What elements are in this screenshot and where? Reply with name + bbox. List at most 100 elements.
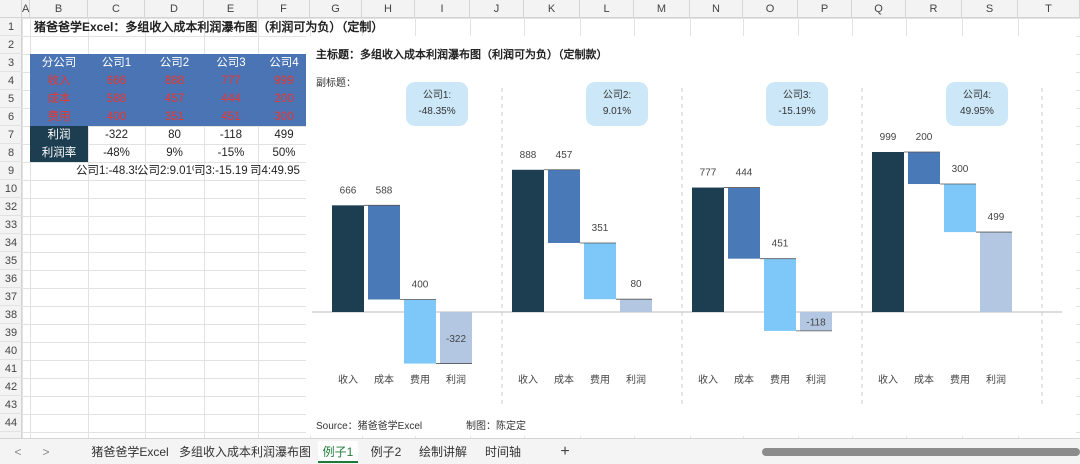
sheet-tab[interactable]: 绘制讲解 bbox=[414, 441, 472, 463]
row-header-39[interactable]: 39 bbox=[0, 324, 22, 342]
row-header-41[interactable]: 41 bbox=[0, 360, 22, 378]
row-header-34[interactable]: 34 bbox=[0, 234, 22, 252]
column-header-F[interactable]: F bbox=[258, 0, 310, 18]
table-cell[interactable]: 50% bbox=[258, 144, 310, 162]
table-cell[interactable]: 351 bbox=[145, 108, 204, 126]
table-row-label[interactable]: 利润 bbox=[30, 126, 88, 144]
table-cell[interactable]: -322 bbox=[88, 126, 145, 144]
sheet-tab[interactable]: 多组收入成本利润瀑布图 bbox=[176, 441, 314, 463]
column-header-B[interactable]: B bbox=[30, 0, 88, 18]
table-header-cell[interactable]: 公司4 bbox=[258, 54, 310, 72]
table-cell[interactable]: 400 bbox=[88, 108, 145, 126]
tab-scroll-left-icon[interactable]: < bbox=[10, 441, 26, 463]
sheet-tab[interactable]: 例子1 bbox=[318, 441, 358, 463]
row-header-42[interactable]: 42 bbox=[0, 378, 22, 396]
category-label: 费用 bbox=[410, 373, 430, 386]
table-cell[interactable]: 200 bbox=[258, 90, 310, 108]
table-cell[interactable]: -48% bbox=[88, 144, 145, 162]
table-cell[interactable]: 999 bbox=[258, 72, 310, 90]
table-row-label[interactable]: 利润率 bbox=[30, 144, 88, 162]
sheet-tab[interactable]: 时间轴 bbox=[478, 441, 528, 463]
table-row-label[interactable]: 费用 bbox=[30, 108, 88, 126]
margin-label-cell[interactable]: 公司1:-48.35 bbox=[76, 162, 137, 180]
bar-revenue bbox=[512, 169, 544, 312]
category-label: 成本 bbox=[374, 373, 394, 386]
bar-expense bbox=[404, 299, 436, 364]
table-header-cell[interactable]: 分公司 bbox=[30, 54, 88, 72]
table-cell[interactable]: -15% bbox=[204, 144, 258, 162]
bubble-company-name: 公司3: bbox=[782, 90, 812, 101]
column-header-I[interactable]: I bbox=[415, 0, 470, 18]
column-header-Q[interactable]: Q bbox=[852, 0, 906, 18]
category-label: 利润 bbox=[626, 373, 646, 386]
row-header-36[interactable]: 36 bbox=[0, 270, 22, 288]
horizontal-scrollbar[interactable] bbox=[762, 448, 1080, 456]
row-header-33[interactable]: 33 bbox=[0, 216, 22, 234]
table-header-cell[interactable]: 公司2 bbox=[145, 54, 204, 72]
row-header-1[interactable]: 1 bbox=[0, 18, 22, 36]
column-header-K[interactable]: K bbox=[524, 0, 580, 18]
select-all-corner[interactable] bbox=[0, 0, 22, 18]
table-cell[interactable]: 300 bbox=[258, 108, 310, 126]
column-header-N[interactable]: N bbox=[690, 0, 743, 18]
column-header-L[interactable]: L bbox=[580, 0, 634, 18]
margin-label-cell[interactable]: 公司2:9.01% bbox=[137, 162, 194, 180]
waterfall-chart[interactable]: 主标题：多组收入成本利润瀑布图（利润可为负）（定制款） 副标题： 666 收入 58… bbox=[306, 36, 1076, 436]
row-header-38[interactable]: 38 bbox=[0, 306, 22, 324]
row-header-6[interactable]: 6 bbox=[0, 108, 22, 126]
column-header-E[interactable]: E bbox=[204, 0, 258, 18]
column-header-P[interactable]: P bbox=[798, 0, 852, 18]
row-header-4[interactable]: 4 bbox=[0, 72, 22, 90]
column-header-C[interactable]: C bbox=[88, 0, 145, 18]
table-cell[interactable]: 888 bbox=[145, 72, 204, 90]
column-header-M[interactable]: M bbox=[634, 0, 690, 18]
table-row-label[interactable]: 成本 bbox=[30, 90, 88, 108]
column-header-O[interactable]: O bbox=[743, 0, 798, 18]
row-header-32[interactable]: 32 bbox=[0, 198, 22, 216]
sheet-tab[interactable]: 例子2 bbox=[366, 441, 406, 463]
sheet-title[interactable]: 猪爸爸学Excel：多组收入成本利润瀑布图（利润可为负）（定制） bbox=[30, 18, 410, 36]
row-header-2[interactable]: 2 bbox=[0, 36, 22, 54]
table-cell[interactable]: 777 bbox=[204, 72, 258, 90]
table-header-cell[interactable]: 公司1 bbox=[88, 54, 145, 72]
column-header-D[interactable]: D bbox=[145, 0, 204, 18]
column-header-S[interactable]: S bbox=[962, 0, 1018, 18]
table-cell[interactable]: 80 bbox=[145, 126, 204, 144]
tab-scroll-right-icon[interactable]: > bbox=[38, 441, 54, 463]
row-header-43[interactable]: 43 bbox=[0, 396, 22, 414]
table-row-label[interactable]: 收入 bbox=[30, 72, 88, 90]
table-cell[interactable]: 666 bbox=[88, 72, 145, 90]
table-cell[interactable]: 588 bbox=[88, 90, 145, 108]
row-header-35[interactable]: 35 bbox=[0, 252, 22, 270]
table-cell[interactable]: 9% bbox=[145, 144, 204, 162]
column-header-H[interactable]: H bbox=[362, 0, 415, 18]
bubble-company-name: 公司1: bbox=[422, 90, 452, 101]
sheet-tab[interactable]: 猪爸爸学Excel bbox=[88, 441, 172, 463]
row-header-37[interactable]: 37 bbox=[0, 288, 22, 306]
row-header-9[interactable]: 9 bbox=[0, 162, 22, 180]
column-header-G[interactable]: G bbox=[310, 0, 362, 18]
column-header-J[interactable]: J bbox=[470, 0, 524, 18]
add-sheet-icon[interactable]: + bbox=[556, 441, 574, 463]
row-header-44[interactable]: 44 bbox=[0, 414, 22, 432]
margin-label-cell[interactable]: 司4:49.95 bbox=[250, 162, 306, 180]
margin-label-cell[interactable]: 司3:-15.19 bbox=[194, 162, 250, 180]
row-header-8[interactable]: 8 bbox=[0, 144, 22, 162]
bar-value-label: 80 bbox=[630, 279, 642, 290]
row-header-40[interactable]: 40 bbox=[0, 342, 22, 360]
column-header-T[interactable]: T bbox=[1018, 0, 1080, 18]
row-header-7[interactable]: 7 bbox=[0, 126, 22, 144]
table-header-cell[interactable]: 公司3 bbox=[204, 54, 258, 72]
row-header-5[interactable]: 5 bbox=[0, 90, 22, 108]
table-cell[interactable]: -118 bbox=[204, 126, 258, 144]
row-header-10[interactable]: 10 bbox=[0, 180, 22, 198]
table-cell[interactable]: 457 bbox=[145, 90, 204, 108]
column-header-A[interactable]: A bbox=[22, 0, 30, 18]
table-cell[interactable]: 499 bbox=[258, 126, 310, 144]
table-cell[interactable]: 444 bbox=[204, 90, 258, 108]
column-header-R[interactable]: R bbox=[906, 0, 962, 18]
table-cell[interactable]: 451 bbox=[204, 108, 258, 126]
bar-revenue bbox=[872, 152, 904, 312]
row-header-3[interactable]: 3 bbox=[0, 54, 22, 72]
bar-value-label: 666 bbox=[340, 185, 357, 196]
